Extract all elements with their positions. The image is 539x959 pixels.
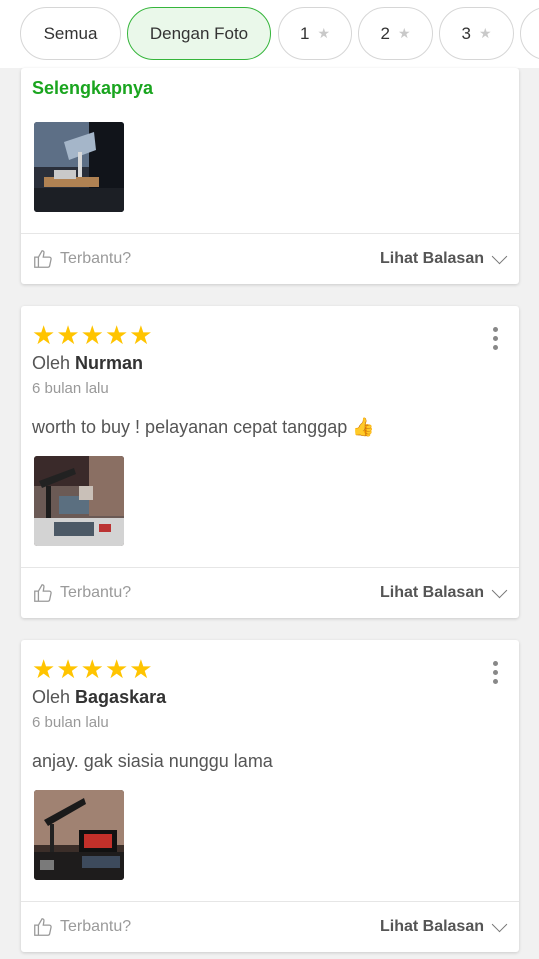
- review-photo[interactable]: [34, 456, 124, 546]
- filter-chip-with-photo[interactable]: Dengan Foto: [127, 7, 271, 60]
- review-photo[interactable]: [34, 790, 124, 880]
- star-icon: ★: [478, 25, 492, 41]
- filter-chip-all[interactable]: Semua: [20, 7, 121, 60]
- star-icon: ★: [32, 320, 56, 350]
- thumbs-up-icon: [34, 250, 52, 268]
- review-photo[interactable]: [34, 122, 124, 212]
- star-icon: ★: [129, 654, 153, 684]
- author-name: Nurman: [75, 353, 144, 373]
- review-text-body: anjay. gak siasia nunggu lama: [32, 751, 273, 771]
- read-more-link[interactable]: Selengkapnya: [32, 78, 153, 99]
- star-icon: ★: [317, 25, 331, 41]
- rating-stars: ★ ★ ★ ★ ★: [32, 322, 153, 348]
- helpful-button[interactable]: Terbantu?: [32, 916, 131, 938]
- thumbs-up-emoji: 👍: [352, 417, 375, 437]
- filter-chip-rating-3[interactable]: 3 ★: [439, 7, 514, 60]
- star-icon: ★: [56, 320, 80, 350]
- star-icon: ★: [104, 320, 129, 350]
- review-card: ★ ★ ★ ★ ★ Oleh Bagaskara 6 bulan lalu an…: [21, 640, 519, 952]
- filter-chip-rating-2[interactable]: 2 ★: [358, 7, 433, 60]
- filter-chip-more[interactable]: [520, 7, 539, 60]
- rating-stars: ★ ★ ★ ★ ★: [32, 656, 153, 682]
- helpful-label: Terbantu?: [60, 584, 132, 601]
- author-name: Bagaskara: [75, 687, 167, 707]
- helpful-button[interactable]: Terbantu?: [32, 248, 131, 270]
- filter-chip-label: Semua: [43, 23, 98, 43]
- star-icon: ★: [80, 654, 104, 684]
- review-date: 6 bulan lalu: [32, 380, 109, 397]
- star-icon: ★: [104, 654, 129, 684]
- helpful-button[interactable]: Terbantu?: [32, 582, 131, 604]
- view-replies-button[interactable]: Lihat Balasan: [379, 248, 508, 268]
- review-text: anjay. gak siasia nunggu lama: [32, 751, 273, 772]
- author-prefix: Oleh: [32, 687, 71, 707]
- thumbs-up-icon: [34, 584, 52, 602]
- helpful-label: Terbantu?: [60, 918, 132, 935]
- filter-chip-label: Dengan Foto: [149, 23, 249, 43]
- thumbs-up-icon: [34, 918, 52, 936]
- filter-chip-label: 3: [461, 23, 471, 43]
- review-text: worth to buy ! pelayanan cepat tanggap 👍: [32, 417, 375, 438]
- chevron-down-icon: [491, 248, 508, 264]
- review-footer: Terbantu? Lihat Balasan: [21, 901, 519, 952]
- view-replies-button[interactable]: Lihat Balasan: [379, 582, 508, 602]
- filter-chip-label: 1: [299, 23, 310, 43]
- chevron-down-icon: [491, 582, 508, 598]
- review-footer: Terbantu? Lihat Balasan: [21, 567, 519, 618]
- helpful-label: Terbantu?: [60, 250, 132, 267]
- star-icon: ★: [129, 320, 153, 350]
- more-vertical-icon[interactable]: [493, 661, 499, 684]
- view-replies-label: Lihat Balasan: [379, 584, 484, 601]
- star-icon: ★: [397, 25, 411, 41]
- author-prefix: Oleh: [32, 353, 71, 373]
- filter-chip-label: 2: [380, 23, 390, 43]
- star-icon: ★: [56, 654, 80, 684]
- view-replies-label: Lihat Balasan: [379, 250, 484, 267]
- review-author: Oleh Bagaskara: [32, 687, 166, 708]
- review-card: Selengkapnya Terbantu? Lihat Balasan: [21, 68, 519, 284]
- review-footer: Terbantu? Lihat Balasan: [21, 233, 519, 284]
- review-filter-bar: Semua Dengan Foto 1 ★ 2 ★ 3 ★: [0, 0, 539, 68]
- filter-chip-rating-1[interactable]: 1 ★: [278, 7, 352, 60]
- review-author: Oleh Nurman: [32, 353, 143, 374]
- more-vertical-icon[interactable]: [493, 327, 499, 350]
- view-replies-label: Lihat Balasan: [379, 918, 484, 935]
- review-card: ★ ★ ★ ★ ★ Oleh Nurman 6 bulan lalu worth…: [21, 306, 519, 618]
- review-text-body: worth to buy ! pelayanan cepat tanggap: [32, 417, 348, 437]
- review-date: 6 bulan lalu: [32, 714, 109, 731]
- star-icon: ★: [80, 320, 104, 350]
- chevron-down-icon: [491, 916, 508, 932]
- star-icon: ★: [32, 654, 56, 684]
- view-replies-button[interactable]: Lihat Balasan: [379, 916, 508, 936]
